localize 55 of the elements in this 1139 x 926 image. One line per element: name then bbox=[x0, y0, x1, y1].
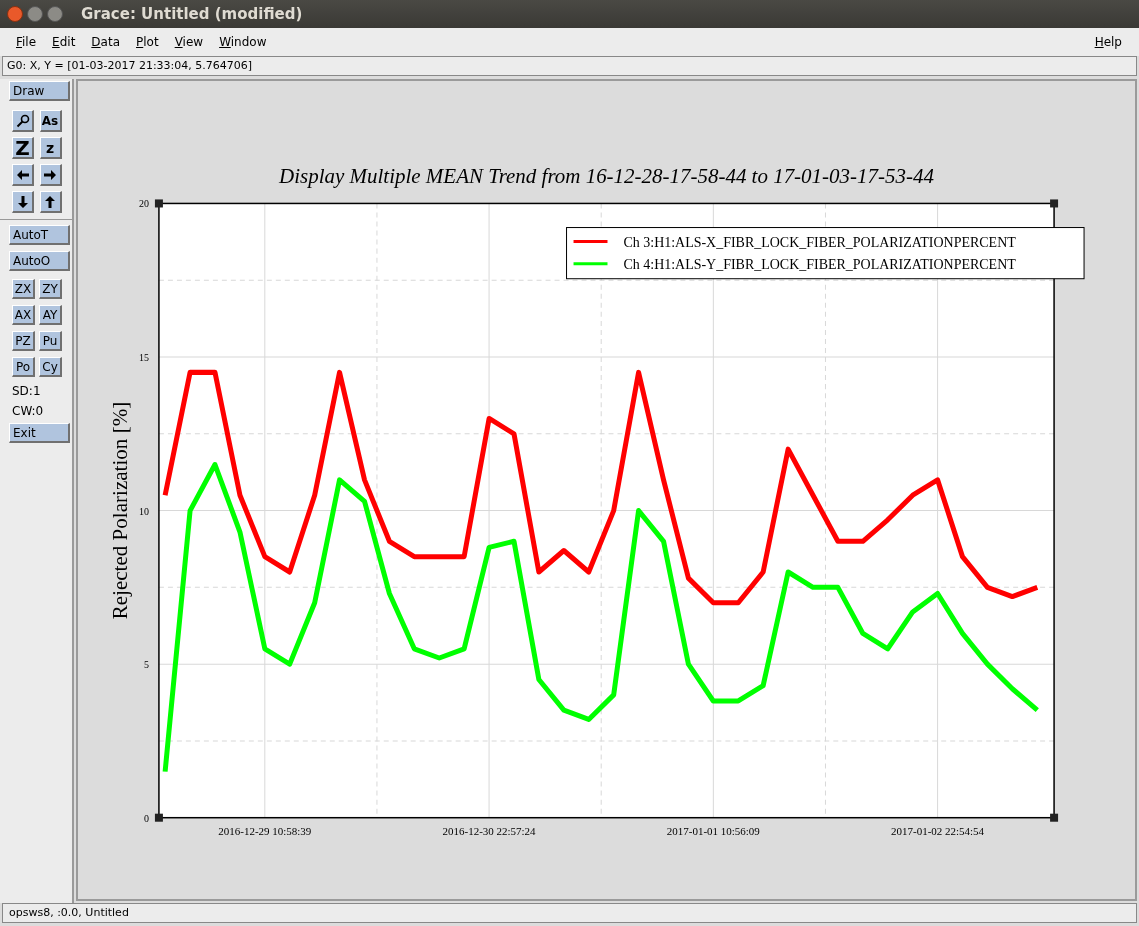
legend-label: Ch 3:H1:ALS-X_FIBR_LOCK_FIBER_POLARIZATIONPERCENT bbox=[623, 234, 1016, 250]
minimize-button[interactable] bbox=[27, 6, 43, 22]
tool-button[interactable]: Cy bbox=[39, 357, 62, 377]
locator-bar: G0: X, Y = [01-03-2017 21:33:04, 5.764706] bbox=[2, 56, 1137, 76]
tool-button[interactable]: PZ bbox=[12, 331, 35, 351]
tool-button[interactable]: Po bbox=[12, 357, 35, 377]
tool-button[interactable]: As bbox=[39, 110, 62, 132]
tool-button[interactable] bbox=[39, 164, 62, 186]
tool-button[interactable] bbox=[12, 164, 34, 186]
x-tick-label: 2016-12-30 22:57:24 bbox=[442, 824, 536, 837]
tool-button[interactable] bbox=[12, 110, 34, 132]
tool-button[interactable]: AX bbox=[12, 305, 35, 325]
status-readout: CW:0 bbox=[12, 403, 45, 420]
selection-handle[interactable] bbox=[1050, 199, 1059, 208]
menu-item[interactable]: Data bbox=[91, 33, 120, 51]
y-tick-label: 0 bbox=[143, 812, 149, 824]
y-axis-label: Rejected Polarization [%] bbox=[108, 401, 132, 620]
menu-item[interactable]: Plot bbox=[136, 33, 159, 51]
tool-button[interactable] bbox=[39, 191, 62, 213]
menu-item[interactable]: Edit bbox=[52, 33, 76, 51]
selection-handle[interactable] bbox=[1050, 813, 1059, 822]
tool-button[interactable]: Pu bbox=[39, 331, 62, 351]
arrow-up-icon bbox=[43, 194, 57, 209]
y-tick-label: 20 bbox=[138, 198, 149, 210]
y-tick-label: 10 bbox=[138, 505, 149, 517]
y-tick-label: 5 bbox=[143, 659, 149, 671]
magnifier-icon bbox=[15, 113, 30, 128]
draw-button[interactable]: Draw bbox=[9, 81, 70, 101]
tool-button[interactable]: AY bbox=[39, 305, 62, 325]
tool-button[interactable]: ZY bbox=[39, 279, 62, 299]
tool-button[interactable] bbox=[12, 191, 34, 213]
menu-item[interactable]: View bbox=[174, 33, 204, 51]
menu-item[interactable]: Help bbox=[1094, 33, 1122, 51]
x-tick-label: 2017-01-01 10:56:09 bbox=[666, 824, 760, 837]
status-bar: opsws8, :0.0, Untitled bbox=[2, 903, 1137, 923]
selection-handle[interactable] bbox=[154, 813, 163, 822]
y-tick-label: 15 bbox=[138, 352, 149, 364]
tool-button[interactable]: Z bbox=[12, 137, 34, 159]
menu-item[interactable]: Window bbox=[219, 33, 267, 51]
exit-button[interactable]: Exit bbox=[9, 423, 70, 443]
chart-title: Display Multiple MEAN Trend from 16-12-28-17-58-44 to 17-01-03-17-53-44 bbox=[279, 164, 934, 189]
legend-label: Ch 4:H1:ALS-Y_FIBR_LOCK_FIBER_POLARIZATIONPERCENT bbox=[623, 256, 1016, 272]
x-tick-label: 2016-12-29 10:58:39 bbox=[218, 824, 312, 837]
x-tick-label: 2017-01-02 22:54:54 bbox=[891, 824, 985, 837]
window-title: Grace: Untitled (modified) bbox=[81, 3, 303, 25]
close-button[interactable] bbox=[7, 6, 23, 22]
auto-button[interactable]: AutoT bbox=[9, 225, 70, 245]
arrow-right-icon bbox=[43, 167, 57, 182]
status-readout: SD:1 bbox=[12, 383, 42, 400]
tool-button[interactable]: z bbox=[39, 137, 62, 159]
tool-button[interactable]: ZX bbox=[12, 279, 35, 299]
maximize-button[interactable] bbox=[47, 6, 63, 22]
menu-item[interactable]: File bbox=[16, 33, 37, 51]
auto-button[interactable]: AutoO bbox=[9, 251, 70, 271]
selection-handle[interactable] bbox=[154, 199, 163, 208]
